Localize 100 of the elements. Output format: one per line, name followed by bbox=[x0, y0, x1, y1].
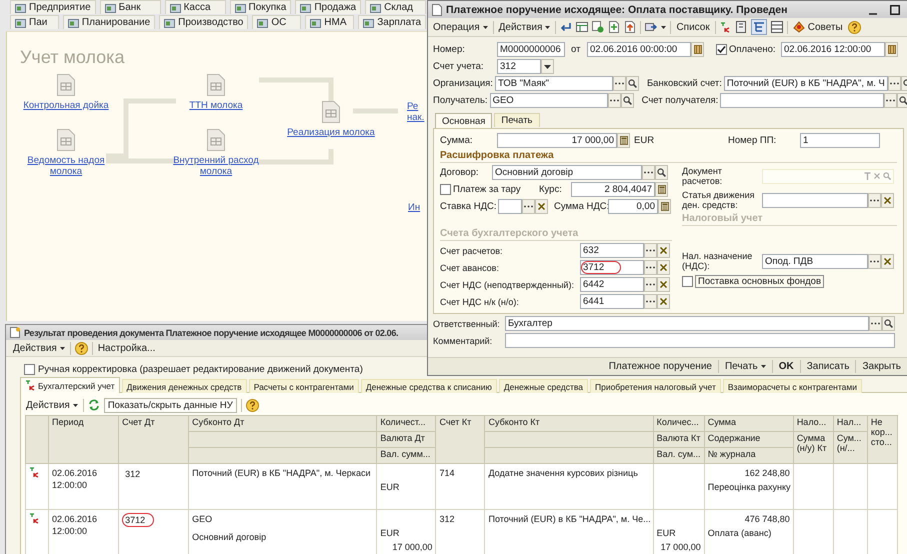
input-field[interactable] bbox=[762, 192, 868, 208]
toggle-tax-data-button[interactable]: Показать/скрыть данные НУ bbox=[104, 398, 237, 412]
document-link[interactable]: Ре нак. bbox=[407, 101, 429, 123]
actions-menu[interactable]: Действия bbox=[12, 342, 66, 354]
footer-button[interactable]: OK bbox=[778, 361, 795, 372]
section-tab[interactable]: Производство bbox=[159, 15, 248, 29]
document-link[interactable]: ТТН молока bbox=[189, 100, 243, 111]
send-icon[interactable] bbox=[645, 21, 658, 33]
clear-button[interactable] bbox=[657, 294, 670, 309]
clear-button[interactable] bbox=[881, 254, 894, 268]
choose-button[interactable] bbox=[612, 76, 626, 91]
section-tab[interactable]: НМА bbox=[305, 15, 354, 29]
settings-button[interactable]: Настройка... bbox=[96, 342, 156, 354]
input-field[interactable]: 0,00 bbox=[608, 199, 658, 214]
document-icon[interactable] bbox=[57, 129, 75, 151]
tab[interactable]: Денежные средства к списанию bbox=[360, 379, 497, 393]
tab[interactable]: Денежные средства bbox=[498, 379, 588, 393]
footer-button[interactable]: Платежное поручение bbox=[608, 361, 713, 372]
clear-button[interactable] bbox=[535, 199, 548, 214]
upload-document-icon[interactable] bbox=[624, 21, 636, 33]
input-field[interactable] bbox=[720, 93, 884, 108]
input-field[interactable]: Основний договір bbox=[492, 165, 642, 180]
document-link[interactable]: Ведомость надоя молока bbox=[11, 155, 121, 177]
checkbox[interactable] bbox=[682, 276, 693, 287]
section-tab[interactable]: Касса bbox=[164, 0, 226, 14]
input-field[interactable]: 312 bbox=[497, 59, 541, 74]
input-field[interactable]: Опод. ПДВ bbox=[762, 254, 868, 268]
choose-button[interactable] bbox=[868, 192, 881, 208]
choose-button[interactable] bbox=[644, 277, 657, 292]
maximize-icon[interactable] bbox=[890, 4, 900, 14]
input-field[interactable]: ТОВ "Маяк" bbox=[494, 76, 613, 91]
clear-button[interactable] bbox=[657, 243, 670, 258]
tab[interactable]: Движения денежных средств bbox=[122, 379, 247, 393]
document-link[interactable]: Ин bbox=[408, 202, 420, 213]
tab[interactable]: Печать bbox=[494, 113, 540, 127]
calendar-button[interactable] bbox=[691, 42, 704, 57]
dropdown-button[interactable] bbox=[541, 59, 554, 74]
choose-button[interactable] bbox=[644, 294, 657, 309]
refresh-icon[interactable] bbox=[88, 399, 100, 411]
document-link[interactable]: Внутренний расход молока bbox=[161, 155, 271, 177]
choose-button[interactable] bbox=[884, 93, 898, 108]
clear-button[interactable] bbox=[881, 192, 894, 208]
choose-button[interactable] bbox=[869, 316, 882, 331]
section-tab[interactable]: ОС bbox=[252, 15, 302, 29]
document-icon[interactable] bbox=[207, 129, 225, 151]
tab[interactable]: Бухгалтерский учет bbox=[20, 377, 120, 393]
document-link[interactable]: Реализация молока bbox=[287, 127, 375, 138]
tab[interactable]: Основная bbox=[435, 113, 492, 129]
input-field[interactable]: GEO bbox=[490, 93, 608, 108]
choose-button[interactable] bbox=[522, 199, 535, 214]
section-tab[interactable]: Банк bbox=[100, 0, 161, 14]
input-field[interactable]: 1 bbox=[800, 133, 880, 148]
help-icon[interactable] bbox=[246, 398, 259, 412]
section-tab[interactable]: Склад bbox=[365, 0, 426, 14]
calculator-button[interactable] bbox=[617, 133, 630, 148]
search-button[interactable] bbox=[897, 93, 907, 108]
input-field[interactable]: Бухгалтер bbox=[505, 316, 869, 331]
input-field[interactable]: 17 000,00 bbox=[497, 133, 617, 148]
input-field[interactable]: 2 804,4047 bbox=[571, 182, 655, 197]
search-button[interactable] bbox=[882, 316, 895, 331]
footer-button[interactable]: Печать bbox=[724, 361, 767, 372]
choose-button[interactable] bbox=[608, 93, 621, 108]
search-button[interactable] bbox=[655, 165, 668, 180]
actions-menu[interactable]: Действия bbox=[25, 400, 79, 410]
checkbox[interactable] bbox=[24, 364, 35, 375]
section-tab[interactable]: Продажа bbox=[295, 0, 362, 14]
input-field[interactable]: 02.06.2016 12:00:00 bbox=[781, 42, 885, 57]
add-document-icon[interactable] bbox=[608, 21, 620, 33]
operation-menu[interactable]: Операция bbox=[432, 22, 489, 32]
tab[interactable]: Приобретения налоговый учет bbox=[590, 379, 721, 393]
calculator-button[interactable] bbox=[655, 182, 668, 197]
document-link[interactable]: Контрольная дойка bbox=[23, 100, 109, 111]
clear-button[interactable] bbox=[657, 260, 670, 275]
arrow-icon[interactable] bbox=[560, 21, 572, 33]
document-icon[interactable] bbox=[57, 74, 75, 96]
section-tab[interactable]: Предприятие bbox=[10, 0, 96, 14]
tips-button[interactable]: Советы bbox=[792, 21, 844, 33]
copy-icon[interactable] bbox=[592, 21, 604, 33]
book-icon[interactable] bbox=[734, 21, 747, 33]
tab[interactable]: Взаиморасчеты с контрагентами bbox=[722, 379, 862, 393]
input-field[interactable]: 6441 bbox=[580, 294, 644, 309]
checkbox[interactable] bbox=[440, 184, 451, 195]
input-field[interactable]: 3712 bbox=[580, 260, 644, 275]
section-tab[interactable]: Покупка bbox=[230, 0, 292, 14]
actions-menu[interactable]: Действия bbox=[498, 22, 552, 32]
tree-icon[interactable] bbox=[752, 21, 765, 33]
search-button[interactable] bbox=[620, 93, 634, 108]
calculator-button[interactable] bbox=[658, 199, 671, 214]
input-field[interactable]: 6442 bbox=[580, 277, 644, 292]
input-field[interactable] bbox=[505, 333, 895, 348]
list-button[interactable]: Список bbox=[675, 22, 711, 32]
choose-button[interactable] bbox=[642, 165, 655, 180]
table-icon[interactable] bbox=[576, 21, 588, 33]
help-icon[interactable] bbox=[848, 20, 861, 34]
input-field[interactable]: Поточний (EUR) в КБ "НАДРА", м. Ч bbox=[724, 76, 888, 91]
section-tab[interactable]: Планирование bbox=[62, 15, 156, 29]
input-field[interactable]: M0000000006 bbox=[497, 42, 565, 57]
clear-button[interactable] bbox=[657, 277, 670, 292]
search-button[interactable] bbox=[626, 76, 639, 91]
choose-button[interactable] bbox=[868, 254, 881, 268]
